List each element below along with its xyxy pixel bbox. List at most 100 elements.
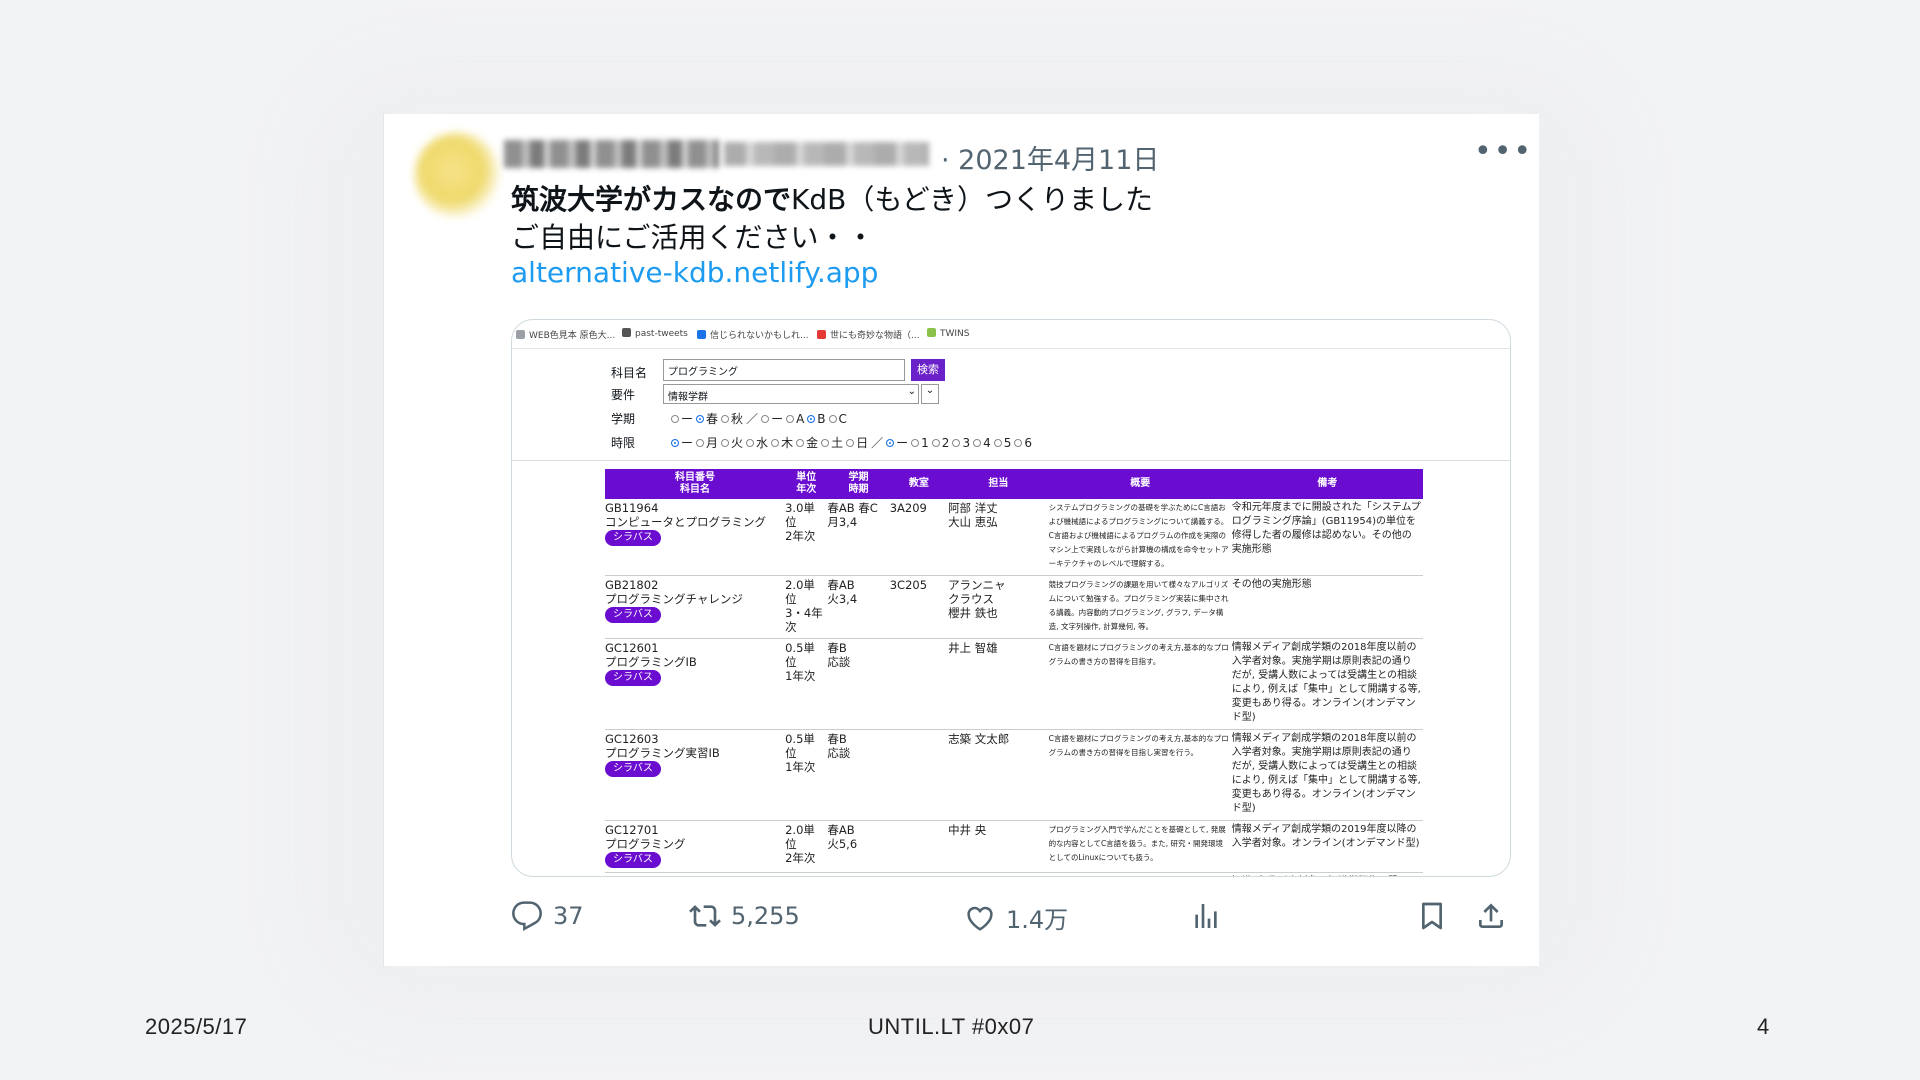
bar-chart-icon bbox=[1195, 904, 1217, 928]
course-input[interactable]: プログラミング bbox=[663, 359, 905, 381]
radio-option[interactable]: 火 bbox=[721, 434, 743, 451]
radio-unchecked-icon bbox=[771, 439, 780, 447]
course-cell: GE10732プログラミング演習II-3シラバス bbox=[605, 872, 786, 876]
radio-option[interactable]: 金 bbox=[796, 434, 818, 451]
syllabus-button[interactable]: シラバス bbox=[605, 852, 661, 868]
radio-option[interactable]: 土 bbox=[821, 434, 843, 451]
table-row: GE10732プログラミング演習II-3シラバス2.0単位1年次春AB火3,4 大… bbox=[605, 872, 1423, 876]
radio-label: 4 bbox=[983, 436, 991, 450]
term-radio-group: ー春秋／ー A B C bbox=[671, 410, 850, 427]
chevron-down-icon: ⌄ bbox=[907, 386, 916, 397]
radio-option[interactable]: 月 bbox=[696, 434, 718, 451]
radio-option[interactable]: 6 bbox=[1014, 436, 1032, 450]
radio-option[interactable]: 秋 bbox=[721, 410, 743, 427]
bookmark-favicon-icon bbox=[927, 328, 936, 337]
avatar[interactable] bbox=[414, 132, 500, 218]
radio-option[interactable]: A bbox=[786, 412, 804, 426]
course-cell: GB11964 コンピュータとプログラミング シラバス bbox=[605, 499, 786, 576]
radio-checked-icon bbox=[696, 415, 705, 423]
radio-option[interactable]: 日 bbox=[846, 434, 868, 451]
bookmark-item[interactable]: 世にも奇妙な物語（... bbox=[817, 328, 920, 341]
room-cell bbox=[889, 820, 949, 873]
bookmark-item[interactable]: TWINS bbox=[927, 328, 970, 339]
tweet-date[interactable]: · 2021年4月11日 bbox=[941, 138, 1159, 177]
blurred-display-name[interactable] bbox=[504, 140, 719, 168]
radio-label: ー bbox=[681, 412, 694, 426]
radio-option[interactable]: ー bbox=[886, 434, 908, 451]
radio-option[interactable]: 3 bbox=[952, 436, 970, 450]
radio-label: 3 bbox=[962, 436, 971, 450]
radio-option[interactable]: ー bbox=[671, 410, 693, 427]
retweet-button[interactable]: 5,255 bbox=[689, 900, 800, 932]
syllabus-button[interactable]: シラバス bbox=[605, 761, 661, 777]
views-button[interactable] bbox=[1190, 900, 1222, 932]
search-button[interactable]: 検索 bbox=[911, 359, 945, 381]
teacher-cell: 大澤 文人 bbox=[948, 872, 1049, 876]
radio-option[interactable]: ー bbox=[671, 434, 693, 451]
bookmark-button[interactable] bbox=[1416, 900, 1448, 932]
syllabus-button[interactable]: シラバス bbox=[605, 670, 661, 686]
radio-option[interactable]: 春 bbox=[696, 410, 718, 427]
radio-option[interactable]: C bbox=[828, 412, 847, 426]
summary-cell: プログラミング入門で学んだことを基礎として, 発展的な内容としてC言語を扱う。ま… bbox=[1048, 820, 1232, 873]
term-cell: 春AB火3,4 bbox=[827, 872, 890, 876]
more-options-icon[interactable]: ••• bbox=[1474, 134, 1533, 169]
syllabus-button[interactable]: シラバス bbox=[605, 607, 661, 623]
radio-unchecked-icon bbox=[952, 439, 961, 447]
tweet-link[interactable]: alternative-kdb.netlify.app bbox=[511, 256, 878, 289]
radio-separator: ／ bbox=[746, 412, 759, 426]
bookmark-item[interactable]: past-tweets bbox=[622, 328, 688, 339]
course-cell: GC12701 プログラミング シラバス bbox=[605, 820, 786, 873]
term-cell: 春AB 火5,6 bbox=[827, 820, 890, 873]
term-cell: 春B 応談 bbox=[827, 638, 890, 730]
radio-option[interactable]: 水 bbox=[746, 434, 768, 451]
bookmark-favicon-icon bbox=[516, 330, 525, 339]
requirement-select-2[interactable]: ⌄ bbox=[921, 384, 939, 404]
summary-cell: C言語を題材にプログラミングの考え方,基本的なプログラムの書き方の習得を目指し実… bbox=[1048, 729, 1232, 821]
like-button[interactable]: 1.4万 bbox=[964, 900, 1068, 935]
radio-label: 月 bbox=[706, 436, 719, 450]
teacher-cell: アランニャ クラウス 櫻井 鉄也 bbox=[948, 575, 1049, 639]
remark-cell: 令和元年度までに開設された「システムプログラミング序論」(GB11954)の単位… bbox=[1231, 499, 1423, 576]
radio-label: C bbox=[838, 412, 847, 426]
radio-unchecked-icon bbox=[796, 439, 805, 447]
reply-button[interactable]: 37 bbox=[511, 900, 584, 932]
radio-option[interactable]: 4 bbox=[973, 436, 991, 450]
bookmark-label: TWINS bbox=[940, 329, 970, 339]
radio-option[interactable]: ー bbox=[761, 410, 783, 427]
credit-cell: 0.5単位 1年次 bbox=[785, 638, 828, 730]
table-header-row: 科目番号 科目名 単位 年次 学期 時期 教室 担当 概要 備考 bbox=[605, 469, 1423, 499]
radio-option[interactable]: 1 bbox=[911, 436, 929, 450]
syllabus-button[interactable]: シラバス bbox=[605, 530, 661, 546]
summary-cell: 実践的プログラミング技術を身につける。ファイル入出力, テキストデータやマルチメ… bbox=[1048, 872, 1232, 876]
radio-unchecked-icon bbox=[1014, 439, 1023, 447]
tweet-text-line2: ご自由にご活用ください・・ bbox=[511, 221, 875, 254]
radio-option[interactable]: B bbox=[807, 412, 826, 426]
share-button[interactable] bbox=[1475, 900, 1507, 932]
radio-option[interactable]: 木 bbox=[771, 434, 793, 451]
bookmark-item[interactable]: 信じられないかもしれ... bbox=[697, 328, 809, 341]
bookmark-icon bbox=[1422, 902, 1442, 930]
radio-separator: ／ bbox=[871, 436, 884, 450]
teacher-cell: 志築 文太郎 bbox=[948, 729, 1049, 821]
summary-cell: C言語を題材にプログラミングの考え方,基本的なプログラムの書き方の習得を目指す。 bbox=[1048, 638, 1232, 730]
radio-option[interactable]: 2 bbox=[931, 436, 949, 450]
requirement-select[interactable]: 情報学群 ⌄ bbox=[663, 384, 919, 404]
page-number: 4 bbox=[1757, 1014, 1770, 1039]
course-label: 科目名 bbox=[611, 366, 648, 380]
term-cell: 春AB火3,4 bbox=[827, 575, 890, 639]
bookmark-favicon-icon bbox=[697, 330, 706, 339]
radio-option[interactable]: 5 bbox=[993, 436, 1011, 450]
blurred-handle[interactable] bbox=[724, 142, 929, 166]
retweet-count: 5,255 bbox=[731, 902, 800, 930]
bookmark-item[interactable]: WEB色見本 原色大... bbox=[516, 328, 615, 341]
summary-cell: システムプログラミングの基礎を学ぶためにC言語および機械語によるプログラミングに… bbox=[1048, 499, 1232, 576]
teacher-cell: 阿部 洋丈 大山 恵弘 bbox=[948, 499, 1049, 576]
radio-unchecked-icon bbox=[821, 439, 830, 447]
remark-cell: 情報メディア創成学類の2018年度以前の入学者対象。実施学期は原則表記の通りだが… bbox=[1231, 638, 1423, 730]
radio-unchecked-icon bbox=[931, 439, 940, 447]
attached-screenshot[interactable]: WEB色見本 原色大... past-tweets 信じられないかもしれ... 世にも… bbox=[511, 319, 1511, 877]
retweet-icon bbox=[689, 905, 721, 927]
credit-cell: 3.0単位 2年次 bbox=[785, 499, 828, 576]
bookmark-label: 信じられないかもしれ... bbox=[710, 331, 809, 341]
